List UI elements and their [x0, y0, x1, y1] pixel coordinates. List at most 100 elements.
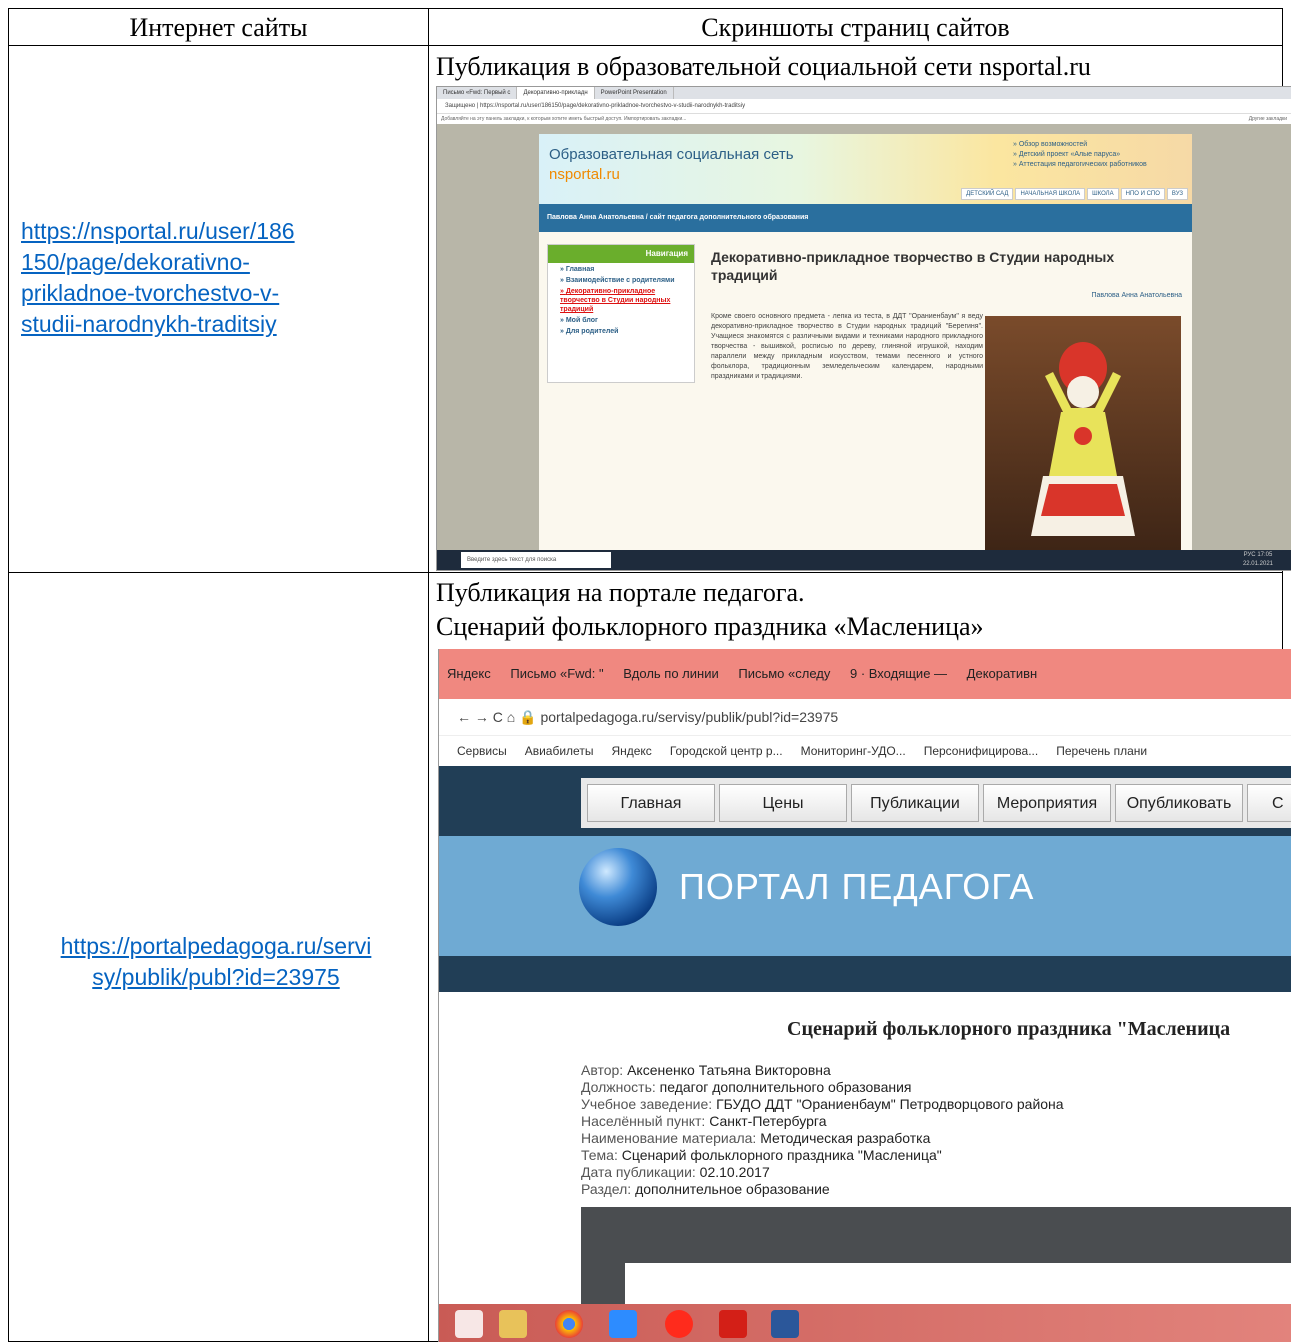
- acrobat-icon: [719, 1310, 747, 1338]
- address-url: portalpedagoga.ru/servisy/publik/publ?id…: [540, 709, 839, 725]
- banner-logo: nsportal.ru: [549, 166, 620, 183]
- portal-title: ПОРТАЛ ПЕДАГОГА: [679, 866, 1035, 907]
- banner-links: » Обзор возможностей » Детский проект «А…: [1013, 141, 1147, 168]
- chrome-icon: [555, 1310, 583, 1338]
- nav-item: » Главная: [560, 266, 595, 273]
- meta-row: Наименование материала: Методическая раз…: [581, 1130, 1064, 1147]
- page-content: Навигация » Главная » Взаимодействие с р…: [539, 232, 1192, 550]
- meta-value: педагог дополнительного образования: [659, 1079, 912, 1095]
- taskbar-clock: РУС 17:05 22.01.2021: [1243, 550, 1273, 569]
- meta-key: Дата публикации:: [581, 1164, 696, 1180]
- browser-tab: Письмо «Fwd: Первый с: [437, 87, 518, 99]
- meta-key: Населённый пункт:: [581, 1113, 706, 1129]
- tray-lang: РУС: [1243, 552, 1256, 558]
- windows-taskbar: [439, 1304, 1291, 1342]
- nav-item-current: » Декоративно-прикладное творчество в Ст…: [560, 288, 671, 313]
- bookmarks-bar: Сервисы Авиабилеты Яндекс Городской центр р…: [439, 736, 1291, 767]
- banner-link: Аттестация педагогических работников: [1018, 161, 1147, 168]
- page-area: Образовательная социальная сеть nsportal…: [437, 124, 1291, 550]
- nsportal-link[interactable]: https://nsportal.ru/user/186 150/page/de…: [21, 216, 295, 340]
- nav-item: » Мой блог: [560, 317, 598, 324]
- site-banner: Образовательная социальная сеть nsportal…: [539, 134, 1192, 204]
- bookmark: Авиабилеты: [524, 744, 594, 758]
- article-title: Декоративно-прикладное творчество в Студ…: [711, 249, 1115, 283]
- meta-row: Дата публикации: 02.10.2017: [581, 1164, 1064, 1181]
- browser-tab: Письмо «Fwd: ": [510, 666, 604, 681]
- column-divider: [428, 9, 429, 1341]
- browser-tabs: Письмо «Fwd: Первый с Декоративно-приклад…: [437, 87, 1291, 99]
- link-line: https://portalpedagoga.ru/servi: [60, 933, 372, 959]
- bookmark: Персонифицирова...: [923, 744, 1039, 758]
- other-bookmarks: Другие закладки: [1248, 116, 1287, 122]
- menu-item: Опубликовать: [1115, 784, 1243, 822]
- browser-tab: 9 · Входящие —: [850, 666, 948, 681]
- meta-value: Санкт-Петербурга: [709, 1113, 827, 1129]
- browser-tab: Яндекс: [447, 666, 491, 681]
- link-line: https://nsportal.ru/user/186: [21, 218, 295, 244]
- link-line: studii-narodnykh-traditsiy: [21, 311, 277, 337]
- author-strip: Павлова Анна Анатольевна / сайт педагога…: [539, 204, 1192, 232]
- browser-tabs: Яндекс Письмо «Fwd: " Вдоль по линии Пис…: [439, 649, 1291, 699]
- meta-row: Раздел: дополнительное образование: [581, 1181, 1064, 1198]
- header-divider: [9, 45, 1282, 46]
- bookmark: Перечень плани: [1056, 744, 1148, 758]
- portalpedagoga-screenshot: Яндекс Письмо «Fwd: " Вдоль по линии Пис…: [438, 649, 1291, 1342]
- menu-item: Главная: [587, 784, 715, 822]
- meta-row: Учебное заведение: ГБУДО ДДТ "Ораниенбау…: [581, 1096, 1064, 1113]
- windows-start-icon: [455, 1310, 483, 1338]
- portal-hero: ПОРТАЛ ПЕДАГОГА: [439, 836, 1291, 956]
- nav-item: » Взаимодействие с родителями: [560, 277, 675, 284]
- caption-nsportal: Публикация в образовательной социальной …: [436, 52, 1091, 81]
- address-bar: Защищено | https://nsportal.ru/user/1861…: [437, 99, 1291, 114]
- menu-item: Публикации: [851, 784, 979, 822]
- meta-value: Методическая разработка: [760, 1130, 931, 1146]
- banner-nav-item: НАЧАЛЬНАЯ ШКОЛА: [1015, 188, 1086, 200]
- nav-item-label: Для родителей: [565, 328, 619, 335]
- taskbar-search: Введите здесь текст для поиска: [461, 552, 611, 568]
- header-sites: Интернет сайты: [129, 13, 308, 42]
- word-icon: [771, 1310, 799, 1338]
- meta-row: Населённый пункт: Санкт-Петербурга: [581, 1113, 1064, 1130]
- link-line: 150/page/dekorativno-: [21, 249, 250, 275]
- caption-portal-2: Сценарий фольклорного праздника «Маслени…: [436, 612, 984, 641]
- meta-row: Должность: педагог дополнительного образ…: [581, 1079, 1064, 1096]
- meta-key: Наименование материала:: [581, 1130, 757, 1146]
- article-text: Кроме своего основного предмета - лепка …: [711, 313, 983, 380]
- banner-nav: ДЕТСКИЙ САД НАЧАЛЬНАЯ ШКОЛА ШКОЛА НПО И СПО…: [959, 188, 1188, 200]
- menu-bar: Главная Цены Публикации Мероприятия Опуб…: [581, 778, 1291, 828]
- nav-item: » Для родителей: [560, 328, 619, 335]
- publication-title: Сценарий фольклорного праздника "Маслени…: [787, 1018, 1231, 1040]
- toy-photo: [985, 316, 1181, 550]
- row-divider: [9, 572, 1282, 573]
- banner-title: Образовательная социальная сеть: [549, 146, 794, 163]
- nav-item-label: Главная: [565, 266, 595, 273]
- menu-item: Мероприятия: [983, 784, 1111, 822]
- file-explorer-icon: [499, 1310, 527, 1338]
- caption-portal-1: Публикация на портале педагога.: [436, 578, 805, 607]
- article-author: Павлова Анна Анатольевна: [1091, 292, 1183, 299]
- meta-value: Сценарий фольклорного праздника "Маслени…: [621, 1147, 942, 1163]
- banner-link: Детский проект «Алые паруса»: [1018, 151, 1121, 158]
- bookmark: Сервисы: [457, 744, 507, 758]
- browser-tab: Письмо «следу: [738, 666, 831, 681]
- bookmark: Мониторинг-УДО...: [800, 744, 906, 758]
- menu-item: Цены: [719, 784, 847, 822]
- zoom-icon: [609, 1310, 637, 1338]
- nav-item-label: Мой блог: [565, 317, 598, 324]
- menu-item: С: [1247, 784, 1291, 822]
- nsportal-screenshot: Письмо «Fwd: Первый с Декоративно-приклад…: [436, 86, 1291, 571]
- dark-band: [439, 956, 1291, 992]
- meta-row: Автор: Аксененко Татьяна Викторовна: [581, 1062, 1064, 1079]
- banner-nav-item: ВУЗ: [1166, 188, 1188, 200]
- bookmark: Яндекс: [611, 744, 652, 758]
- meta-key: Автор:: [581, 1062, 624, 1078]
- banner-nav-item: ДЕТСКИЙ САД: [961, 188, 1014, 200]
- meta-key: Раздел:: [581, 1181, 632, 1197]
- portalpedagoga-link[interactable]: https://portalpedagoga.ru/servi sy/publi…: [21, 931, 411, 993]
- bookmark: Городской центр р...: [669, 744, 783, 758]
- clock-time: 17:05: [1257, 552, 1273, 558]
- link-line: prikladnoe-tvorchestvo-v-: [21, 280, 280, 306]
- meta-key: Должность:: [581, 1079, 656, 1095]
- browser-tab: Декоративн: [966, 666, 1038, 681]
- meta-row: Тема: Сценарий фольклорного праздника "М…: [581, 1147, 1064, 1164]
